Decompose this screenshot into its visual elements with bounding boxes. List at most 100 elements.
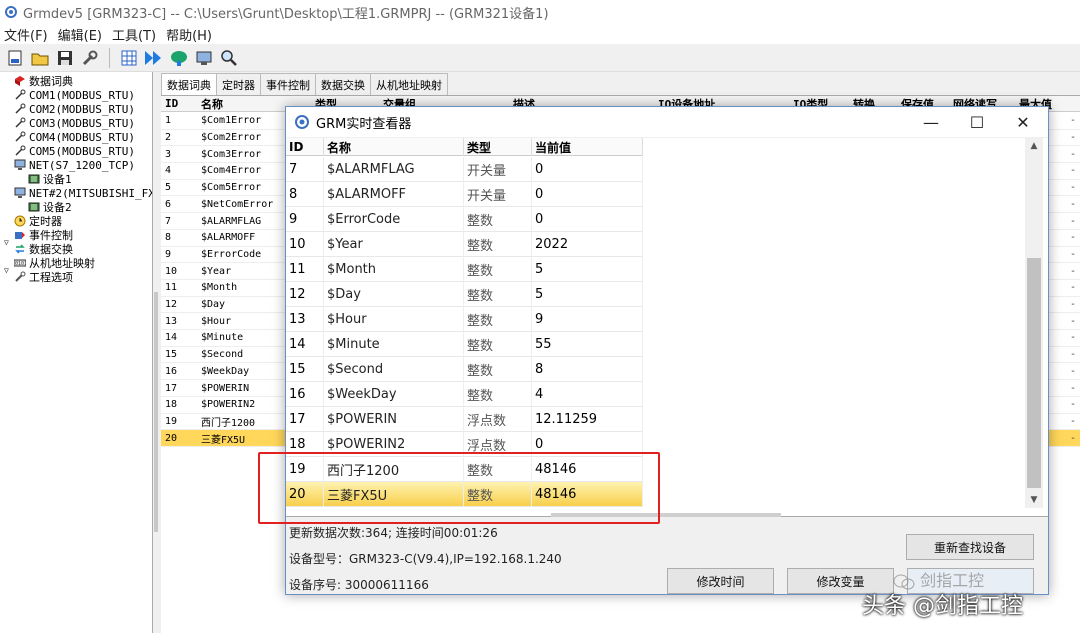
col-header-name[interactable]: 名称 xyxy=(324,138,464,156)
pane-splitter[interactable] xyxy=(153,72,160,633)
cell-id: 14 xyxy=(286,332,324,357)
col-header-type[interactable]: 类型 xyxy=(464,138,532,156)
tree-item[interactable]: COM5(MODBUS_RTU) xyxy=(14,144,135,158)
highlight-annotation-box xyxy=(258,452,660,524)
tree-item[interactable]: 数据交换 xyxy=(14,242,73,256)
col-header-id[interactable]: ID xyxy=(286,138,324,156)
tree-item[interactable]: NET(S7_1200_TCP) xyxy=(14,158,135,172)
magnifier-icon[interactable] xyxy=(218,47,240,69)
grid-cell-max: - xyxy=(1069,382,1076,394)
scrollbar-thumb[interactable] xyxy=(1027,258,1041,488)
grid-cell-id: 11 xyxy=(165,282,178,294)
tab-data-exchange[interactable]: 数据交换 xyxy=(315,73,371,95)
grid-cell-id: 4 xyxy=(165,165,172,177)
open-folder-icon[interactable] xyxy=(29,47,51,69)
cell-name: $ALARMOFF xyxy=(324,182,464,207)
tree-item[interactable]: 事件控制 xyxy=(14,228,73,242)
tree-item[interactable]: 定时器 xyxy=(14,214,62,228)
vertical-scrollbar[interactable]: ▲ ▼ xyxy=(1025,138,1043,508)
tree-item[interactable]: 数据词典 xyxy=(14,74,73,88)
tree-item-label: 工程选项 xyxy=(29,271,73,284)
scroll-down-icon[interactable]: ▼ xyxy=(1025,492,1043,508)
grid-cell-name: $NetComError xyxy=(201,198,274,210)
grid-cell-name: $ErrorCode xyxy=(201,248,262,260)
menu-tools[interactable]: 工具(T) xyxy=(112,25,156,44)
table-row[interactable]: 14 $Minute 整数 55 xyxy=(286,332,643,357)
menu-file[interactable]: 文件(F) xyxy=(4,25,48,44)
svg-text:0101: 0101 xyxy=(15,261,26,267)
cell-name: $Hour xyxy=(324,307,464,332)
download-icon[interactable] xyxy=(143,47,165,69)
table-row[interactable]: 8 $ALARMOFF 开关量 0 xyxy=(286,182,643,207)
grid-cell-id: 9 xyxy=(165,248,172,260)
tree-item-label: 数据词典 xyxy=(29,75,73,88)
cell-type: 开关量 xyxy=(464,182,532,207)
tree-item-label: NET(S7_1200_TCP) xyxy=(29,158,135,172)
modify-time-button[interactable]: 修改时间 xyxy=(667,568,774,594)
wrench-icon[interactable] xyxy=(79,47,101,69)
table-row[interactable]: 11 $Month 整数 5 xyxy=(286,257,643,282)
cell-type: 整数 xyxy=(464,282,532,307)
tab-timer[interactable]: 定时器 xyxy=(216,73,261,95)
event-icon xyxy=(14,229,26,241)
status-update-count: 更新数据次数:364; 连接时间00:01:26 xyxy=(289,526,498,540)
table-row[interactable]: 16 $WeekDay 整数 4 xyxy=(286,382,643,407)
tree-item-label: COM5(MODBUS_RTU) xyxy=(29,144,135,158)
tree-item[interactable]: 0101 从机地址映射 xyxy=(14,256,95,270)
table-row[interactable]: 7 $ALARMFLAG 开关量 0 xyxy=(286,157,643,182)
tab-slave-address-map[interactable]: 从机地址映射 xyxy=(370,73,448,95)
grid-cell-max: - xyxy=(1069,432,1076,444)
table-row[interactable]: 12 $Day 整数 5 xyxy=(286,282,643,307)
grid-cell-name: $Month xyxy=(201,282,238,294)
maximize-icon[interactable]: ☐ xyxy=(954,107,1000,137)
minimize-icon[interactable]: — xyxy=(908,107,954,137)
tab-event-control[interactable]: 事件控制 xyxy=(260,73,316,95)
table-row[interactable]: 15 $Second 整数 8 xyxy=(286,357,643,382)
close-icon[interactable]: ✕ xyxy=(1000,107,1046,137)
table-row[interactable]: 9 $ErrorCode 整数 0 xyxy=(286,207,643,232)
cell-type: 开关量 xyxy=(464,157,532,182)
grid-cell-id: 3 xyxy=(165,148,172,160)
cell-id: 13 xyxy=(286,307,324,332)
connect-icon[interactable] xyxy=(168,47,190,69)
cell-value: 5 xyxy=(532,257,643,282)
device-icon xyxy=(28,173,40,185)
cell-name: $WeekDay xyxy=(324,382,464,407)
table-row[interactable]: 17 $POWERIN 浮点数 12.11259 xyxy=(286,407,643,432)
menu-help[interactable]: 帮助(H) xyxy=(166,25,212,44)
splitter-grip[interactable] xyxy=(154,292,158,532)
research-device-button[interactable]: 重新查找设备 xyxy=(906,534,1034,560)
tree-item[interactable]: 设备1 xyxy=(28,172,72,186)
grid-cell-name: $POWERIN xyxy=(201,382,250,394)
grid-cell-max: - xyxy=(1069,332,1076,344)
tab-data-dictionary[interactable]: 数据词典 xyxy=(161,73,217,96)
grid-icon[interactable] xyxy=(118,47,140,69)
main-tabs: 数据词典 定时器 事件控制 数据交换 从机地址映射 xyxy=(161,73,448,96)
dialog-titlebar: GRM实时查看器 — ☐ ✕ xyxy=(286,107,1048,137)
grid-cell-id: 15 xyxy=(165,349,178,361)
grid-cell-name: $WeekDay xyxy=(201,365,250,377)
table-row[interactable]: 10 $Year 整数 2022 xyxy=(286,232,643,257)
menu-edit[interactable]: 编辑(E) xyxy=(58,25,102,44)
device-icon xyxy=(28,201,40,213)
tree-item[interactable]: COM2(MODBUS_RTU) xyxy=(14,102,135,116)
tree-item[interactable]: COM1(MODBUS_RTU) xyxy=(14,88,135,102)
tree-item[interactable]: NET#2(MITSUBISHI_FX5 xyxy=(14,186,152,200)
grid-cell-max: - xyxy=(1069,365,1076,377)
scroll-up-icon[interactable]: ▲ xyxy=(1025,138,1043,154)
cell-value: 9 xyxy=(532,307,643,332)
tree-item[interactable]: COM4(MODBUS_RTU) xyxy=(14,130,135,144)
grid-header-name[interactable]: 名称 xyxy=(201,96,223,112)
tree-item[interactable]: 设备2 xyxy=(28,200,72,214)
new-file-icon[interactable] xyxy=(4,47,26,69)
tree-item[interactable]: COM3(MODBUS_RTU) xyxy=(14,116,135,130)
table-row[interactable]: 13 $Hour 整数 9 xyxy=(286,307,643,332)
tree-expander-net2[interactable]: ▽ xyxy=(4,266,9,275)
tree-expander-net1[interactable]: ▽ xyxy=(4,238,9,247)
col-header-value[interactable]: 当前值 xyxy=(532,138,643,156)
grid-header-id[interactable]: ID xyxy=(165,97,178,110)
monitor-icon[interactable] xyxy=(193,47,215,69)
save-icon[interactable] xyxy=(54,47,76,69)
grid-cell-id: 5 xyxy=(165,182,172,194)
tree-item[interactable]: 工程选项 xyxy=(14,270,73,284)
